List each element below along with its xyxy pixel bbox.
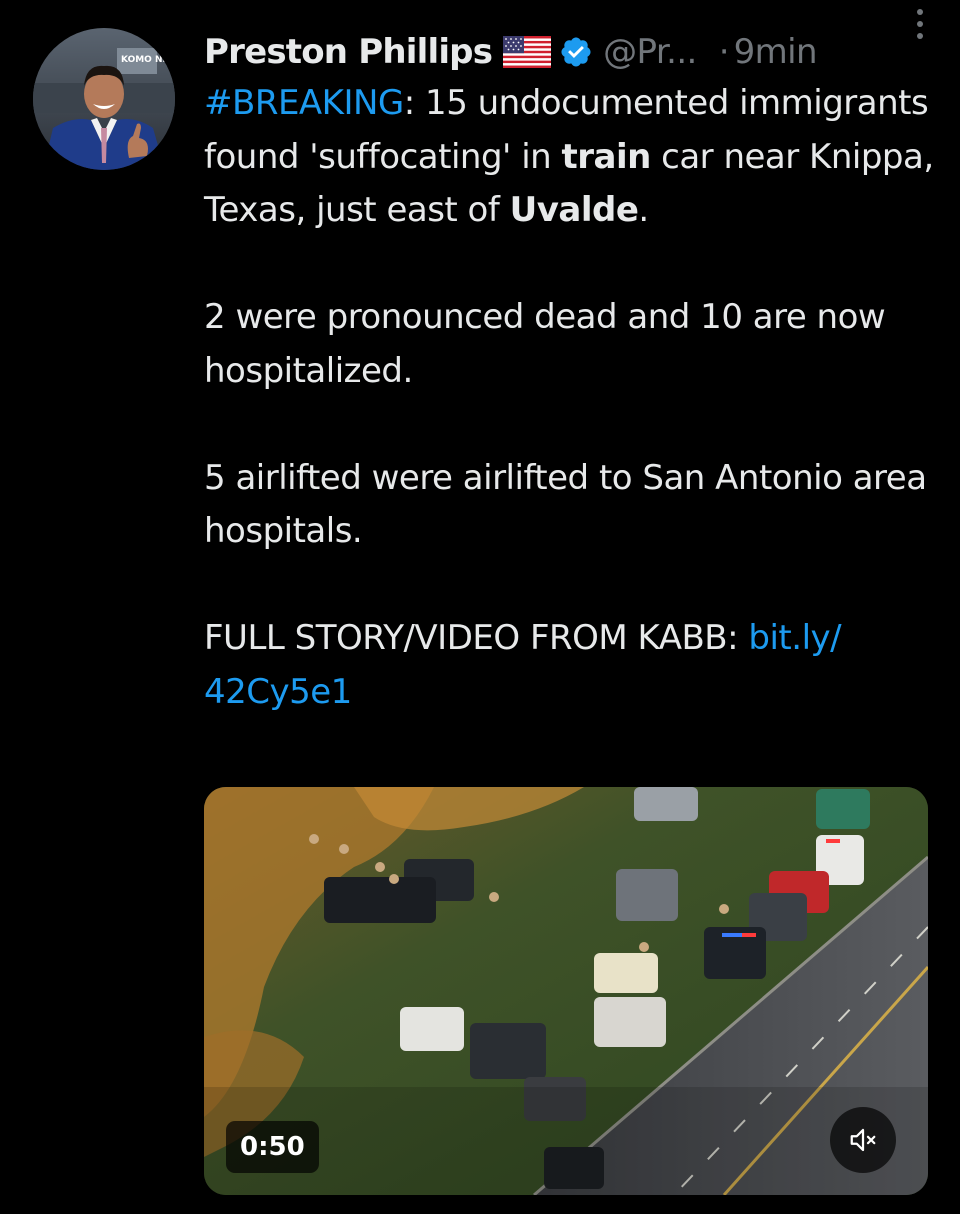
verified-badge-icon[interactable] [559,35,593,69]
tweet-paragraph-2: 2 were pronounced dead and 10 are now ho… [204,297,886,391]
tweet-text: #BREAKING: 15 undocumented immigrants fo… [204,77,934,719]
avatar-badge-text: KOMO NEWS [121,55,175,65]
avatar[interactable]: KOMO NEWS [33,28,175,170]
more-vertical-icon[interactable] [910,6,930,42]
bold-term-uvalde: Uvalde [509,190,639,230]
display-name[interactable]: Preston Phillips [204,32,493,72]
tweet-header: Preston Phillips @Pr... · 9min [204,28,924,76]
hashtag-link[interactable]: #BREAKING [204,83,404,123]
video-player[interactable]: 0:50 [204,787,928,1195]
tweet-paragraph-1: #BREAKING: 15 undocumented immigrants fo… [204,83,934,230]
timestamp[interactable]: 9min [734,32,818,72]
tweet-paragraph-3: 5 airlifted were airlifted to San Antoni… [204,457,927,552]
tweet-paragraph-4: FULL STORY/VIDEO FROM KABB: bit.ly/ 42Cy… [204,618,842,712]
video-duration: 0:50 [226,1121,319,1173]
bold-term-train: train [561,136,652,177]
us-flag-icon [503,36,552,68]
mute-toggle-button[interactable] [830,1107,896,1173]
separator: · [718,32,730,72]
handle[interactable]: @Pr... [603,32,697,72]
speaker-muted-icon [848,1125,878,1155]
tweet[interactable]: KOMO NEWS Preston Phillips [0,0,960,1214]
